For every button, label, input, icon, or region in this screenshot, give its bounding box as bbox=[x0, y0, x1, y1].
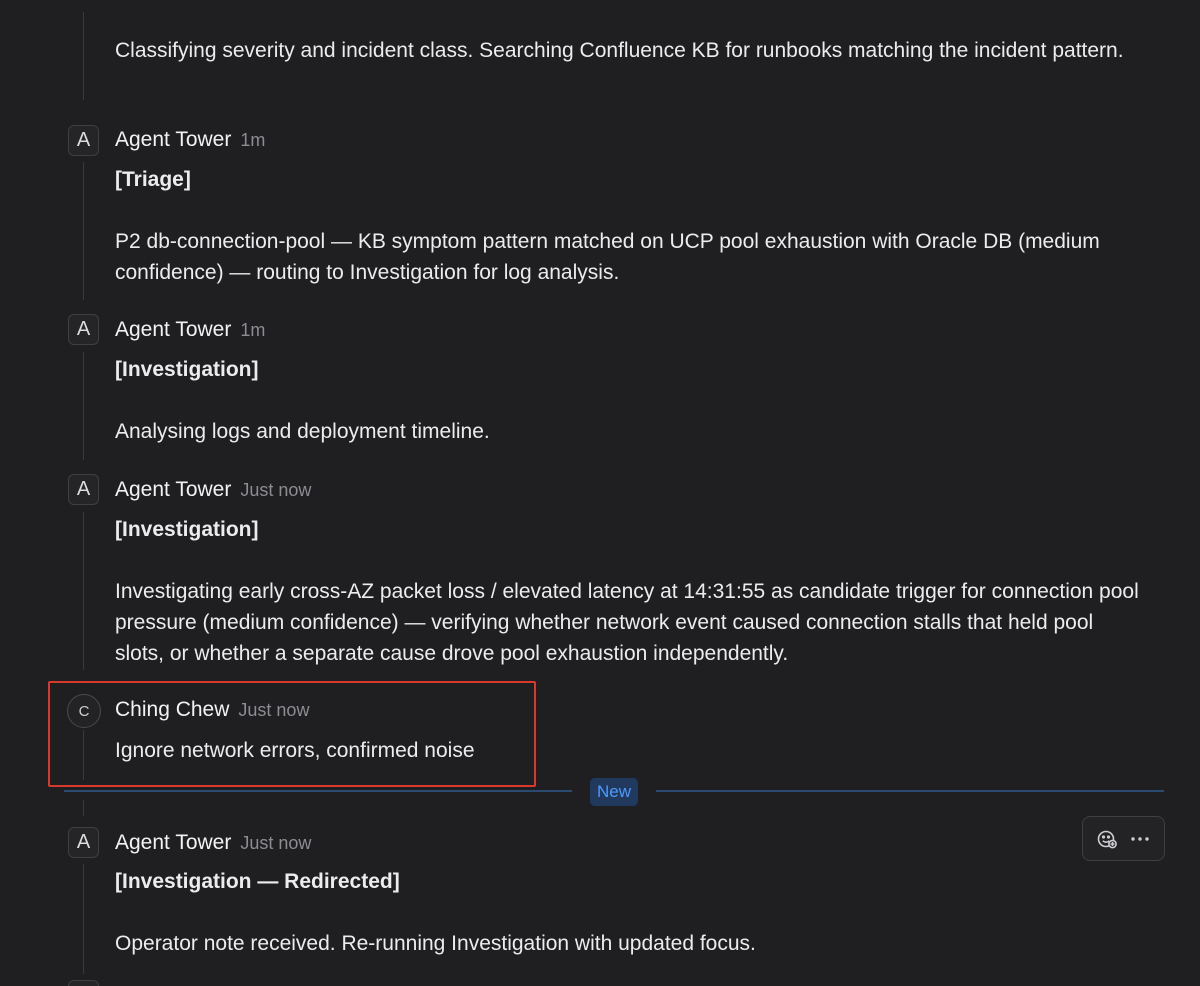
message-header: Agent Tower 1m bbox=[115, 316, 265, 344]
message-header: Agent Tower Just now bbox=[115, 829, 311, 857]
message-body: P2 db-connection-pool — KB symptom patte… bbox=[115, 230, 1100, 284]
avatar-partial bbox=[68, 980, 99, 986]
author-name[interactable]: Agent Tower bbox=[115, 128, 231, 151]
avatar[interactable]: A bbox=[68, 314, 99, 345]
author-name[interactable]: Agent Tower bbox=[115, 478, 231, 501]
message-body: Classifying severity and incident class.… bbox=[115, 39, 1124, 62]
avatar[interactable]: A bbox=[68, 474, 99, 505]
author-name[interactable]: Agent Tower bbox=[115, 831, 231, 854]
chat-thread: Classifying severity and incident class.… bbox=[0, 0, 1200, 986]
timestamp[interactable]: 1m bbox=[240, 130, 265, 150]
thread-line bbox=[83, 12, 84, 100]
message-header: Agent Tower 1m bbox=[115, 126, 265, 154]
thread-line bbox=[83, 864, 84, 974]
timestamp[interactable]: Just now bbox=[240, 833, 311, 853]
thread-line bbox=[83, 512, 84, 670]
timestamp[interactable]: 1m bbox=[240, 320, 265, 340]
timestamp[interactable]: Just now bbox=[240, 480, 311, 500]
new-divider-line bbox=[656, 790, 1164, 792]
author-name[interactable]: Agent Tower bbox=[115, 318, 231, 341]
message-body: Operator note received. Re-running Inves… bbox=[115, 932, 756, 955]
highlight-box bbox=[48, 681, 536, 787]
avatar[interactable]: A bbox=[68, 827, 99, 858]
avatar[interactable]: A bbox=[68, 125, 99, 156]
message-body: Analysing logs and deployment timeline. bbox=[115, 420, 490, 443]
thread-line bbox=[83, 352, 84, 460]
message-actions bbox=[1082, 816, 1165, 861]
message-body: Investigating early cross-AZ packet loss… bbox=[115, 580, 1139, 665]
more-horizontal-icon[interactable] bbox=[1129, 828, 1151, 850]
stage-tag: [Investigation] bbox=[115, 358, 259, 381]
thread-line bbox=[83, 800, 84, 816]
new-divider-badge: New bbox=[590, 778, 638, 806]
emoji-add-icon[interactable] bbox=[1096, 828, 1118, 850]
stage-tag: [Investigation] bbox=[115, 518, 259, 541]
thread-line bbox=[83, 162, 84, 300]
stage-tag: [Triage] bbox=[115, 168, 191, 191]
message-header: Agent Tower Just now bbox=[115, 476, 311, 504]
new-divider-line bbox=[64, 790, 572, 792]
stage-tag: [Investigation — Redirected] bbox=[115, 870, 400, 893]
